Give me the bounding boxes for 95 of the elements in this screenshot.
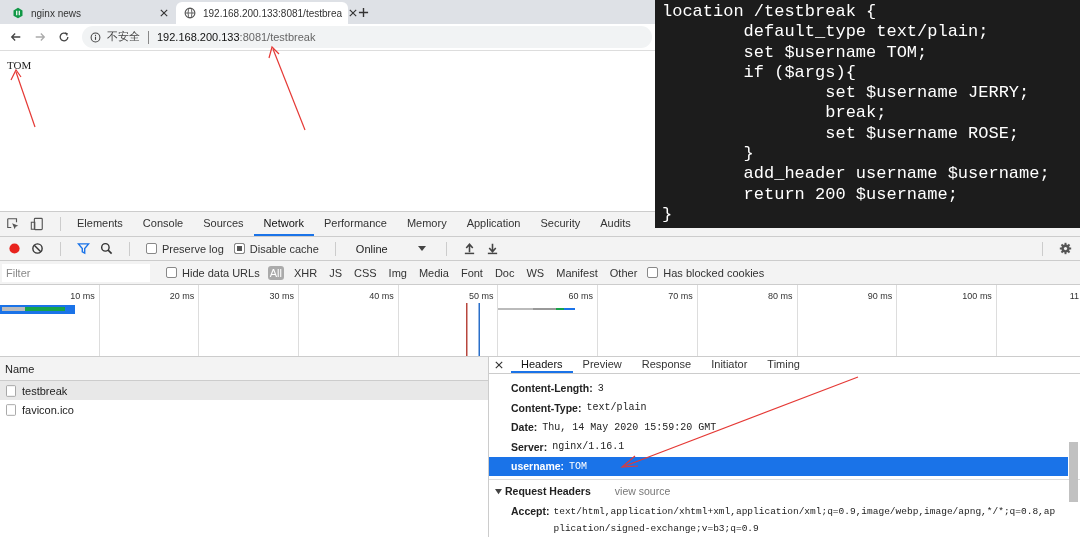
annotation-arrow [10,68,36,128]
code-line: location /testbreak { [662,2,878,23]
details-tab[interactable]: Headers [511,357,573,373]
header-value: plication/signed-exchange;v=b3;q=0.9 [553,522,760,536]
clear-icon[interactable] [31,242,44,255]
dom-content-loaded-line [478,303,480,356]
hexagon-icon [12,7,24,19]
details-tab[interactable]: Initiator [701,357,758,373]
devtools-tab[interactable]: Elements [67,212,133,236]
caret-icon[interactable] [417,246,426,251]
code-line: } [742,144,755,165]
details-tab[interactable]: Timing [757,357,810,373]
url-text: 192.168.200.133:8081/testbreak [157,31,316,43]
resource-type-filter[interactable]: Media [416,265,451,280]
address-bar[interactable]: 不安全 192.168.200.133:8081/testbreak [82,26,652,48]
devtools-tab[interactable]: Sources [193,212,254,236]
timeline-tick: 80 ms [768,291,793,301]
code-line: break; [824,103,888,124]
timeline-tick: 10 ms [70,291,95,301]
close-icon[interactable] [160,9,168,17]
back-icon[interactable] [10,31,22,43]
preserve-log-checkbox[interactable]: Preserve log [146,242,224,255]
device-toolbar-icon[interactable] [30,217,44,231]
code-line: if ($args){ [742,62,857,84]
browser-tab[interactable]: nginx news [4,2,176,24]
reload-icon[interactable] [58,31,70,43]
devtools-tab[interactable]: Performance [313,212,397,236]
resource-type-filter[interactable]: Font [458,265,485,280]
devtools-tab[interactable]: Security [530,212,591,236]
close-icon[interactable] [495,360,503,369]
header-value: text/html,application/xhtml+xml,application/xml;q=0.9,image/webp,image/apng,*/*;q=0.8,ap [553,505,1056,519]
resource-type-filter[interactable]: Manifest [554,265,600,280]
devtools-tab[interactable]: Console [132,212,194,236]
timeline-tick: 50 ms [468,291,494,301]
timeline-tick: 20 ms [169,291,195,301]
devtools-tab[interactable]: Memory [396,212,457,236]
header-row[interactable]: Content-Type: text/plain [489,398,1068,418]
new-tab-icon[interactable] [358,7,369,18]
globe-icon [184,7,196,19]
resource-type-filter[interactable]: CSS [351,265,379,280]
blocked-cookies-checkbox[interactable]: Has blocked cookies [647,266,765,279]
file-icon [6,384,16,397]
request-row[interactable]: testbreak [0,381,488,400]
record-icon[interactable] [8,242,21,255]
inspect-icon[interactable] [6,217,20,231]
close-icon[interactable] [349,9,357,17]
header-name: Accept: [511,504,550,519]
code-line: set $username TOM; [742,42,929,63]
code-line: set $username ROSE; [824,123,1021,145]
disable-cache-checkbox[interactable]: Disable cache [233,242,319,255]
filter-icon[interactable] [77,242,90,255]
filter-field[interactable]: Filter [2,263,150,282]
throttling-dropdown[interactable]: Online [351,242,430,255]
resource-type-filter[interactable]: Doc [492,265,517,280]
scrollbar[interactable] [1069,441,1078,502]
timeline-tick: 11 [1069,291,1079,301]
timeline-tick: 90 ms [867,291,893,301]
code-line: default_type text/plain; [742,22,990,43]
header-row[interactable]: username: TOM [489,456,1068,476]
timeline-tick: 40 ms [369,291,394,301]
import-icon[interactable] [462,242,476,255]
header-row[interactable]: Server: nginx/1.16.1 [489,437,1068,457]
resource-type-filter[interactable]: JS [327,265,344,280]
details-tab[interactable]: Preview [572,357,632,373]
hide-data-urls-checkbox[interactable]: Hide data URLs [166,266,260,279]
details-tab[interactable]: Response [631,357,702,373]
resource-type-filter[interactable]: Other [607,265,640,280]
load-event-line [466,303,468,356]
timeline-tick: 100 ms [962,291,992,301]
page-text: TOM [7,59,32,71]
expand-icon[interactable] [495,487,502,495]
request-row[interactable]: favicon.ico [0,400,488,419]
devtools-tab[interactable]: Audits [590,212,641,236]
code-line: add_header username $username; [742,164,1051,185]
resource-type-filter[interactable]: Img [386,265,409,280]
column-header[interactable]: Name [0,357,488,381]
timeline-tick: 60 ms [568,291,594,301]
view-source-link[interactable]: view source [614,485,671,497]
export-icon[interactable] [485,242,499,255]
section-title[interactable]: Request Headers [505,485,591,497]
resource-type-filter[interactable]: WS [524,265,547,280]
header-row[interactable]: Date: Thu, 14 May 2020 15:59:20 GMT [489,417,1068,437]
header-row[interactable]: Content-Length: 3 [489,378,1068,398]
devtools-tab[interactable]: Application [456,212,531,236]
timeline-tick: 70 ms [668,291,693,301]
info-icon[interactable] [90,31,101,43]
code-line: return 200 $username; [742,184,959,205]
file-icon [6,403,16,416]
code-line: set $username JERRY; [824,83,1031,104]
search-icon[interactable] [100,242,113,255]
code-line: } [662,204,674,226]
settings-icon[interactable] [1059,242,1072,255]
security-label: 不安全 [107,30,140,44]
resource-type-filter[interactable]: XHR [291,265,320,280]
timeline-tick: 30 ms [269,291,295,301]
